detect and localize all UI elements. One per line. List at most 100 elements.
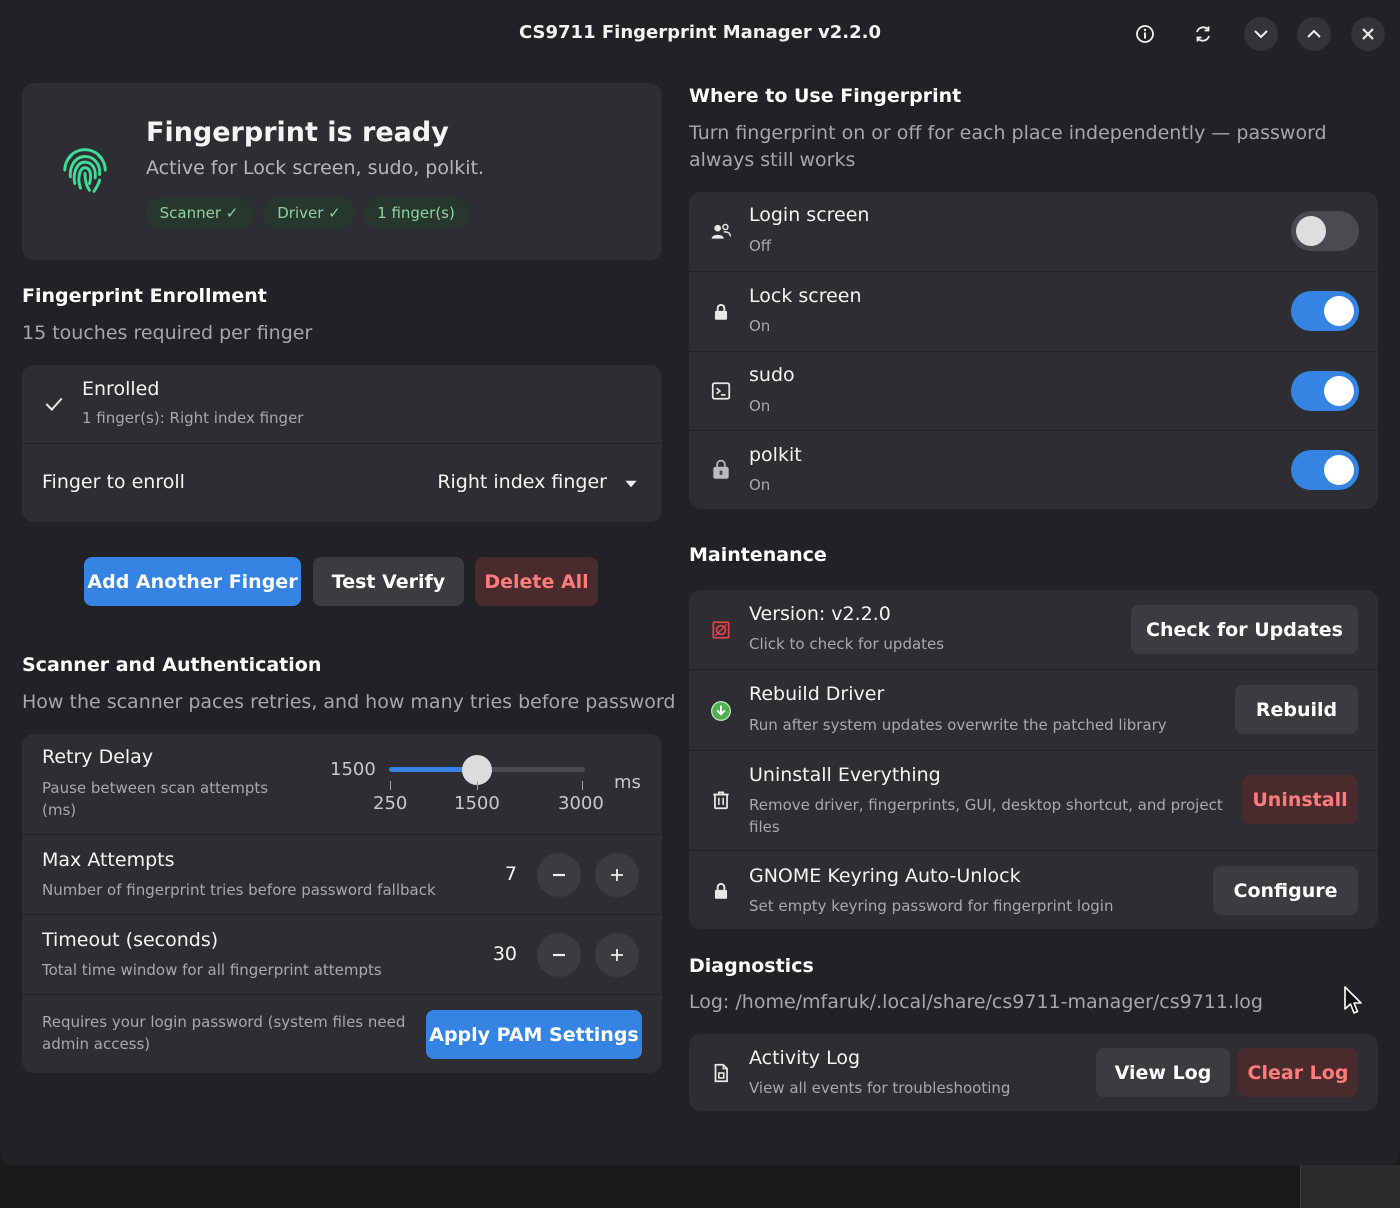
finger-select-value[interactable]: Right index finger [437, 471, 607, 493]
scanner-description: How the scanner paces retries, and how m… [22, 691, 676, 713]
info-button[interactable] [1128, 17, 1162, 51]
mouse-cursor-icon [1344, 986, 1362, 1014]
checkmark-icon [42, 392, 66, 416]
switch-knob [1324, 376, 1354, 406]
add-finger-button[interactable]: Add Another Finger [84, 557, 301, 606]
view-log-button[interactable]: View Log [1096, 1048, 1230, 1097]
uninstall-row: Uninstall Everything Remove driver, fing… [689, 750, 1378, 850]
apply-row: Requires your login password (system fil… [22, 994, 662, 1073]
apply-pam-button[interactable]: Apply PAM Settings [426, 1010, 642, 1059]
switch-knob [1324, 296, 1354, 326]
status-title: Fingerprint is ready [146, 117, 449, 148]
polkit-state: On [749, 476, 771, 494]
slider-tick [477, 781, 478, 790]
rebuild-button[interactable]: Rebuild [1235, 685, 1358, 734]
lock-icon [709, 879, 733, 903]
download-icon [709, 699, 733, 723]
test-verify-button[interactable]: Test Verify [313, 557, 464, 606]
timeout-title: Timeout (seconds) [42, 929, 219, 951]
max-attempts-title: Max Attempts [42, 849, 175, 871]
login-screen-title: Login screen [749, 204, 870, 226]
chevron-down-icon [1254, 30, 1268, 39]
retry-delay-subtitle: Pause between scan attempts (ms) [42, 779, 269, 819]
slider-mark-max: 3000 [558, 793, 604, 814]
max-attempts-subtitle: Number of fingerprint tries before passw… [42, 881, 436, 899]
background-window [1300, 1165, 1400, 1208]
sudo-state: On [749, 397, 771, 415]
maintenance-heading: Maintenance [689, 544, 827, 566]
chevron-up-icon [1307, 29, 1321, 38]
max-attempts-increment[interactable] [595, 853, 639, 897]
close-icon [1362, 28, 1374, 40]
refresh-button[interactable] [1186, 17, 1220, 51]
timeout-row: Timeout (seconds) Total time window for … [22, 914, 662, 994]
app-window: CS9711 Fingerprint Manager v2.2.0 Finger… [0, 0, 1400, 1165]
enrollment-heading: Fingerprint Enrollment [22, 285, 267, 307]
version-subtitle: Click to check for updates [749, 635, 945, 653]
info-icon [1136, 25, 1154, 43]
polkit-row: polkit On [689, 430, 1378, 509]
refresh-icon [1196, 26, 1210, 42]
diagnostics-card: Activity Log View all events for trouble… [689, 1034, 1378, 1111]
slider-mark-min: 250 [373, 793, 408, 814]
max-attempts-value[interactable]: 7 [477, 863, 517, 885]
close-button[interactable] [1351, 17, 1385, 51]
version-row[interactable]: Version: v2.2.0 Click to check for updat… [689, 590, 1378, 669]
enrolled-row: Enrolled 1 finger(s): Right index finger [22, 365, 662, 443]
users-icon [709, 220, 733, 244]
finger-select-row[interactable]: Finger to enroll Right index finger [22, 443, 662, 522]
sudo-switch[interactable] [1291, 371, 1359, 411]
timeout-value[interactable]: 30 [477, 943, 517, 965]
login-screen-switch[interactable] [1291, 211, 1359, 251]
activity-log-row: Activity Log View all events for trouble… [689, 1034, 1378, 1111]
timeout-increment[interactable] [595, 933, 639, 977]
minimize-button[interactable] [1244, 17, 1278, 51]
max-attempts-decrement[interactable] [537, 853, 581, 897]
delete-all-button[interactable]: Delete All [475, 557, 598, 606]
sudo-row: sudo On [689, 351, 1378, 430]
enrollment-description: 15 touches required per finger [22, 322, 313, 344]
switch-knob [1324, 455, 1354, 485]
dropdown-arrow-icon[interactable] [622, 475, 640, 493]
rebuild-driver-subtitle: Run after system updates overwrite the p… [749, 716, 1167, 734]
scanner-pill: Scanner ✓ [146, 198, 252, 228]
apply-note: Requires your login password (system fil… [42, 1013, 406, 1053]
rebuild-driver-title: Rebuild Driver [749, 683, 885, 705]
where-card: Login screen Off Lock screen On sudo On … [689, 192, 1378, 509]
lock-screen-row: Lock screen On [689, 271, 1378, 351]
trash-icon [709, 788, 733, 812]
clear-log-button[interactable]: Clear Log [1238, 1048, 1358, 1097]
diagnostics-heading: Diagnostics [689, 955, 814, 977]
check-updates-button[interactable]: Check for Updates [1131, 605, 1358, 654]
version-title: Version: v2.2.0 [749, 603, 891, 625]
scanner-heading: Scanner and Authentication [22, 654, 322, 676]
retry-delay-unit: ms [614, 772, 641, 793]
configure-button[interactable]: Configure [1213, 866, 1358, 915]
fingerprint-icon [56, 141, 114, 199]
minus-icon [553, 873, 565, 877]
timeout-subtitle: Total time window for all fingerprint at… [42, 961, 382, 979]
lock-screen-switch[interactable] [1291, 291, 1359, 331]
maintenance-card: Version: v2.2.0 Click to check for updat… [689, 590, 1378, 929]
lock-icon [709, 300, 733, 324]
polkit-title: polkit [749, 444, 802, 466]
slider-tick [390, 781, 391, 790]
activity-log-title: Activity Log [749, 1047, 861, 1069]
document-icon [709, 1061, 733, 1085]
polkit-switch[interactable] [1291, 450, 1359, 490]
update-icon [709, 618, 733, 642]
keyring-title: GNOME Keyring Auto-Unlock [749, 865, 1021, 887]
uninstall-title: Uninstall Everything [749, 764, 941, 786]
retry-delay-value: 1500 [330, 759, 376, 780]
where-description: Turn fingerprint on or off for each plac… [689, 122, 1327, 171]
keyring-row: GNOME Keyring Auto-Unlock Set empty keyr… [689, 850, 1378, 929]
scanner-card: Retry Delay Pause between scan attempts … [22, 734, 662, 1073]
max-attempts-row: Max Attempts Number of fingerprint tries… [22, 834, 662, 914]
header-bar: CS9711 Fingerprint Manager v2.2.0 [0, 0, 1400, 68]
keyring-subtitle: Set empty keyring password for fingerpri… [749, 897, 1114, 915]
sudo-title: sudo [749, 364, 795, 386]
enrolled-title: Enrolled [82, 378, 160, 400]
maximize-button[interactable] [1297, 17, 1331, 51]
uninstall-button[interactable]: Uninstall [1242, 775, 1358, 824]
timeout-decrement[interactable] [537, 933, 581, 977]
